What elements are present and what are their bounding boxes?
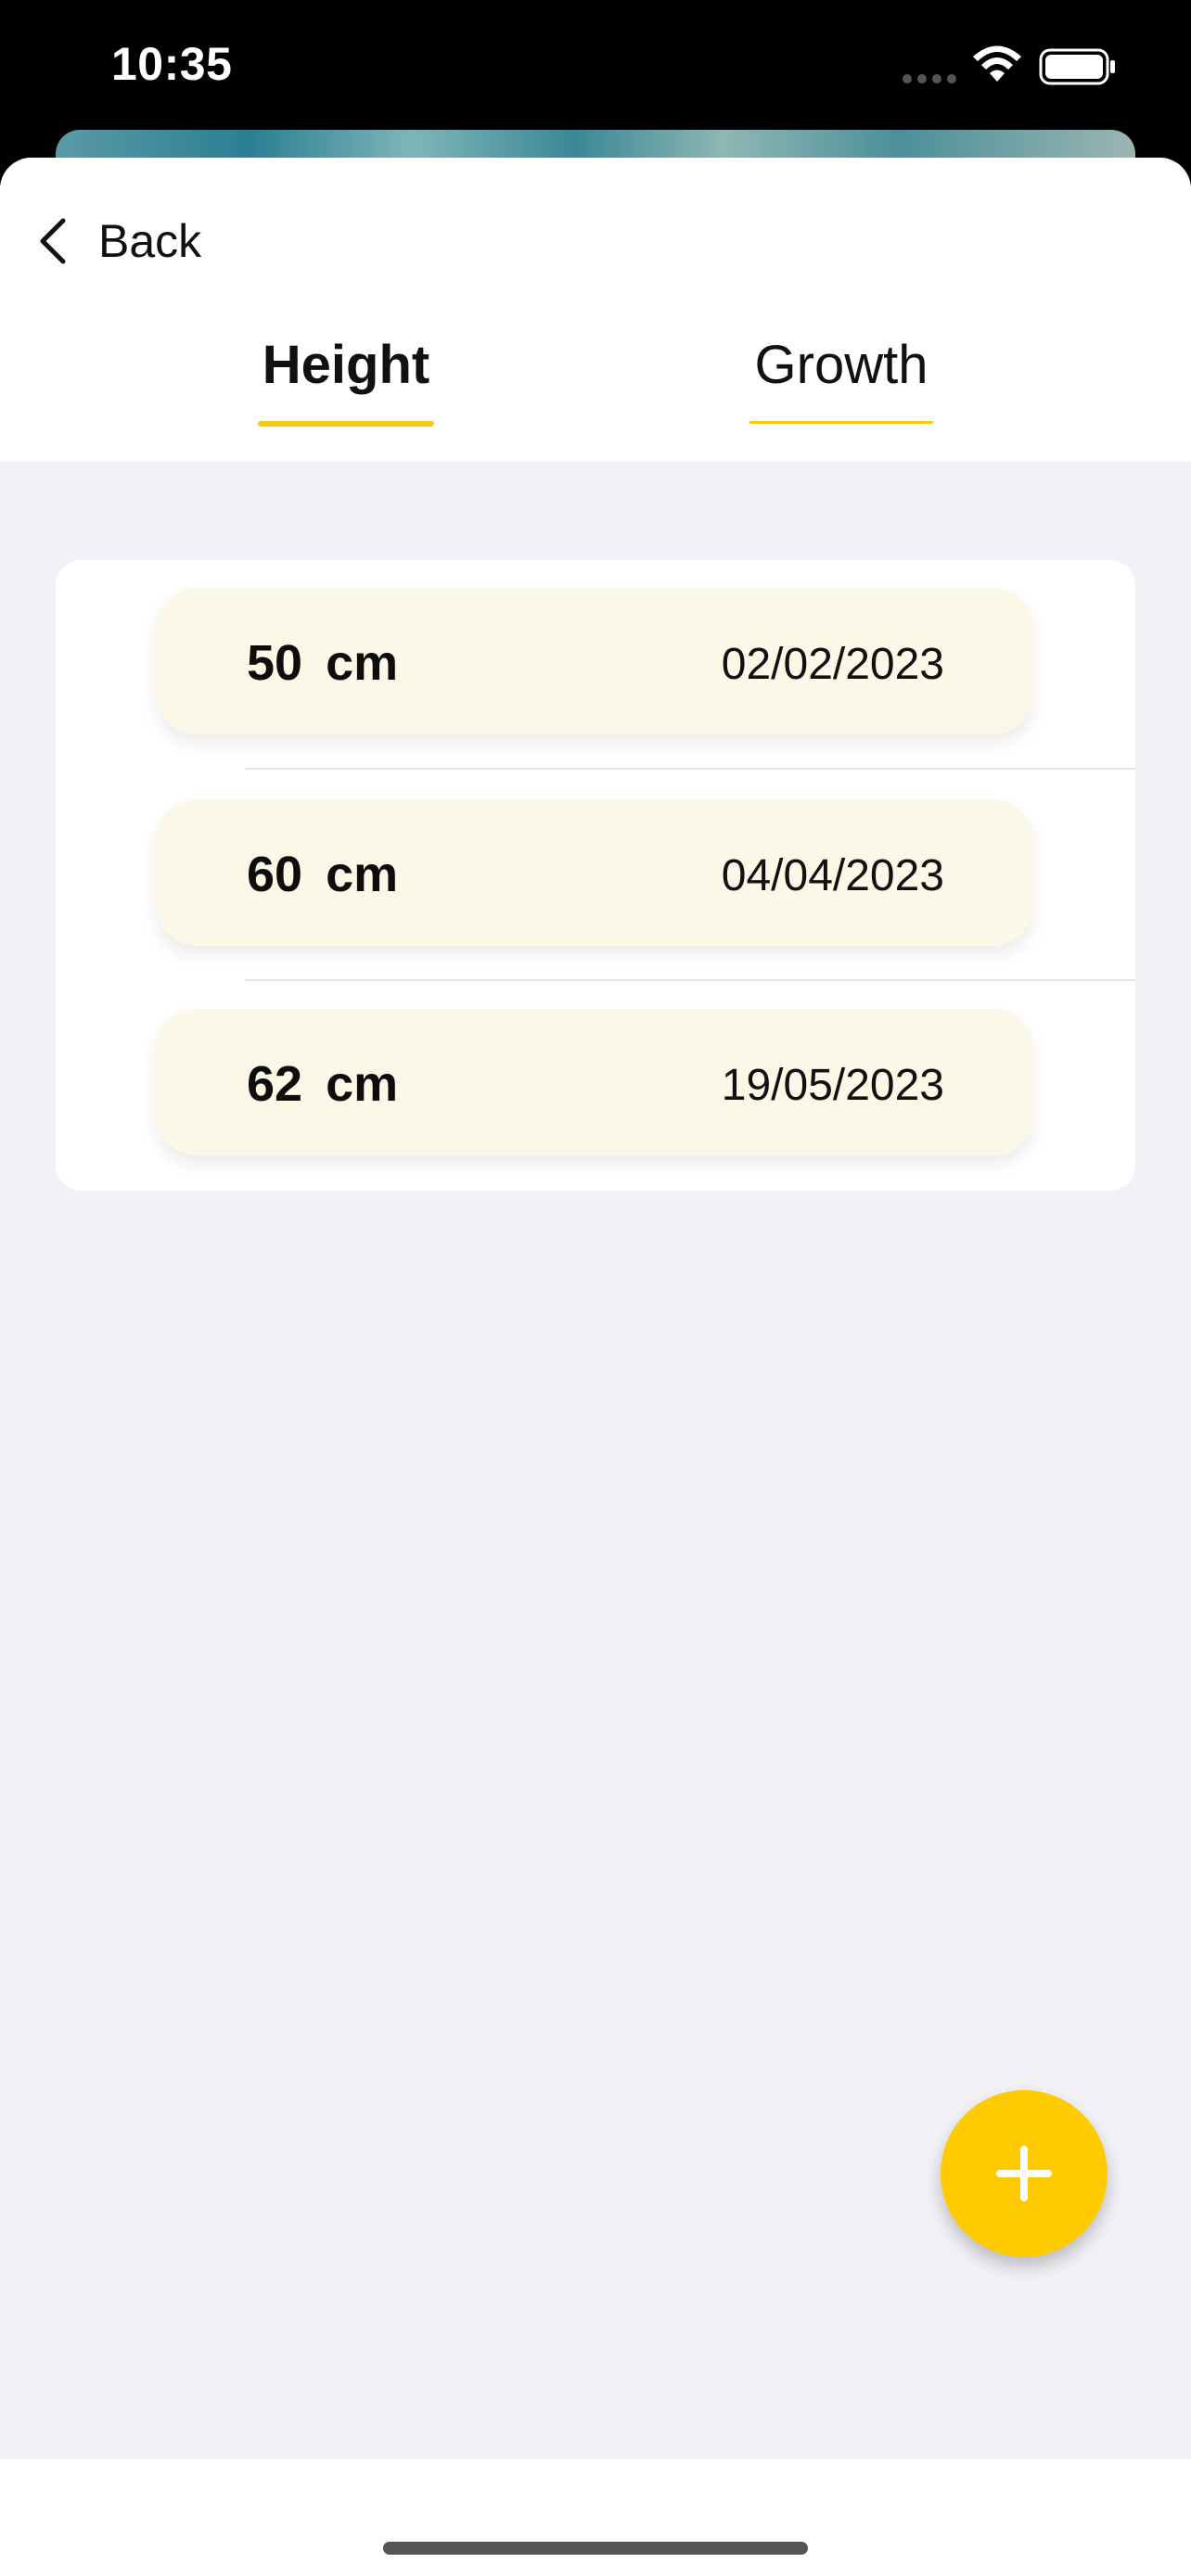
list-item[interactable]: 50 cm 02/02/2023	[156, 588, 1033, 734]
row-divider	[245, 979, 1135, 981]
entry-height-value: 62 cm	[247, 1056, 399, 1112]
battery-icon	[1039, 48, 1115, 85]
tab-growth-label: Growth	[754, 335, 928, 395]
sheet-header: Back Height Growth	[0, 158, 1191, 462]
entry-height-value: 60 cm	[247, 847, 399, 902]
entry-height-value: 50 cm	[247, 635, 399, 691]
home-indicator[interactable]	[383, 2542, 808, 2555]
height-entries-list: 50 cm 02/02/2023 60 cm 04/04/2023 62 cm …	[56, 560, 1135, 1191]
tab-height-underline	[258, 421, 434, 427]
row-divider	[245, 768, 1135, 770]
entry-date: 02/02/2023	[721, 640, 944, 689]
chevron-left-icon	[40, 218, 66, 264]
status-bar: 10:35	[0, 0, 1191, 130]
back-label: Back	[98, 215, 202, 267]
entry-date: 19/05/2023	[721, 1061, 944, 1110]
app-screen: 10:35 Back Height Growth 50 cm 02/02/202…	[0, 0, 1191, 2576]
list-item[interactable]: 62 cm 19/05/2023	[156, 1009, 1033, 1155]
cellular-signal-icon	[903, 74, 956, 83]
back-button[interactable]: Back	[37, 204, 201, 278]
tab-height-label: Height	[262, 335, 430, 395]
tab-height[interactable]: Height	[258, 334, 434, 427]
tab-growth-underline	[749, 421, 933, 424]
status-time: 10:35	[111, 38, 233, 90]
wifi-icon	[973, 45, 1021, 82]
entry-date: 04/04/2023	[721, 851, 944, 900]
bottom-bar	[0, 2459, 1191, 2576]
plus-icon	[996, 2146, 1052, 2201]
tab-growth[interactable]: Growth	[749, 334, 933, 424]
add-entry-button[interactable]	[941, 2090, 1108, 2257]
list-item[interactable]: 60 cm 04/04/2023	[156, 799, 1033, 946]
